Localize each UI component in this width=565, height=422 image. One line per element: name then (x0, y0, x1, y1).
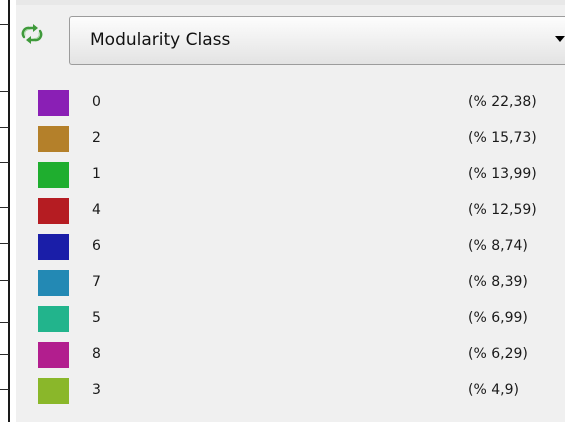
table-row-divider (0, 280, 9, 281)
list-item[interactable]: 2 (% 15,73) (16, 122, 565, 156)
color-swatch[interactable] (38, 234, 69, 260)
class-label: 1 (92, 166, 101, 182)
list-item[interactable]: 4 (% 12,59) (16, 194, 565, 228)
list-item[interactable]: 7 (% 8,39) (16, 266, 565, 300)
class-percent: (% 8,39) (468, 274, 528, 290)
class-percent: (% 8,74) (468, 238, 528, 254)
color-swatch[interactable] (38, 162, 69, 188)
list-item[interactable]: 6 (% 8,74) (16, 230, 565, 264)
class-percent: (% 12,59) (468, 202, 537, 218)
class-label: 6 (92, 238, 101, 254)
color-swatch[interactable] (38, 342, 69, 368)
table-row-divider (0, 207, 9, 208)
panel-top-edge (16, 0, 565, 5)
table-row-divider (0, 24, 9, 25)
color-swatch[interactable] (38, 270, 69, 296)
chevron-down-icon[interactable] (555, 36, 565, 42)
class-percent: (% 6,29) (468, 346, 528, 362)
color-swatch[interactable] (38, 306, 69, 332)
class-label: 7 (92, 274, 101, 290)
class-label: 5 (92, 310, 101, 326)
partition-refresh-icon[interactable] (18, 22, 46, 46)
color-swatch[interactable] (38, 90, 69, 116)
color-swatch[interactable] (38, 198, 69, 224)
table-row-divider (0, 354, 9, 355)
color-swatch[interactable] (38, 126, 69, 152)
partition-select[interactable]: Modularity Class (69, 16, 565, 65)
partition-panel: Modularity Class 0 (% 22,38) 2 (% 15,73)… (0, 0, 565, 422)
table-row-divider (0, 243, 9, 244)
list-item[interactable]: 5 (% 6,99) (16, 302, 565, 336)
table-border (8, 0, 10, 422)
list-item[interactable]: 0 (% 22,38) (16, 86, 565, 120)
list-item[interactable]: 8 (% 6,29) (16, 338, 565, 372)
table-row-divider (0, 322, 9, 323)
class-percent: (% 6,99) (468, 310, 528, 326)
class-label: 8 (92, 346, 101, 362)
table-row-divider (0, 91, 9, 92)
class-percent: (% 22,38) (468, 94, 537, 110)
list-item[interactable]: 3 (% 4,9) (16, 374, 565, 408)
class-percent: (% 13,99) (468, 166, 537, 182)
partition-select-value: Modularity Class (90, 30, 231, 50)
class-label: 0 (92, 94, 101, 110)
class-label: 2 (92, 130, 101, 146)
table-edge (0, 0, 10, 422)
table-row-divider (0, 162, 9, 163)
class-label: 3 (92, 382, 101, 398)
color-swatch[interactable] (38, 378, 69, 404)
class-label: 4 (92, 202, 101, 218)
table-row-divider (0, 127, 9, 128)
class-percent: (% 4,9) (468, 382, 519, 398)
table-row-divider (0, 389, 9, 390)
list-item[interactable]: 1 (% 13,99) (16, 158, 565, 192)
class-percent: (% 15,73) (468, 130, 537, 146)
